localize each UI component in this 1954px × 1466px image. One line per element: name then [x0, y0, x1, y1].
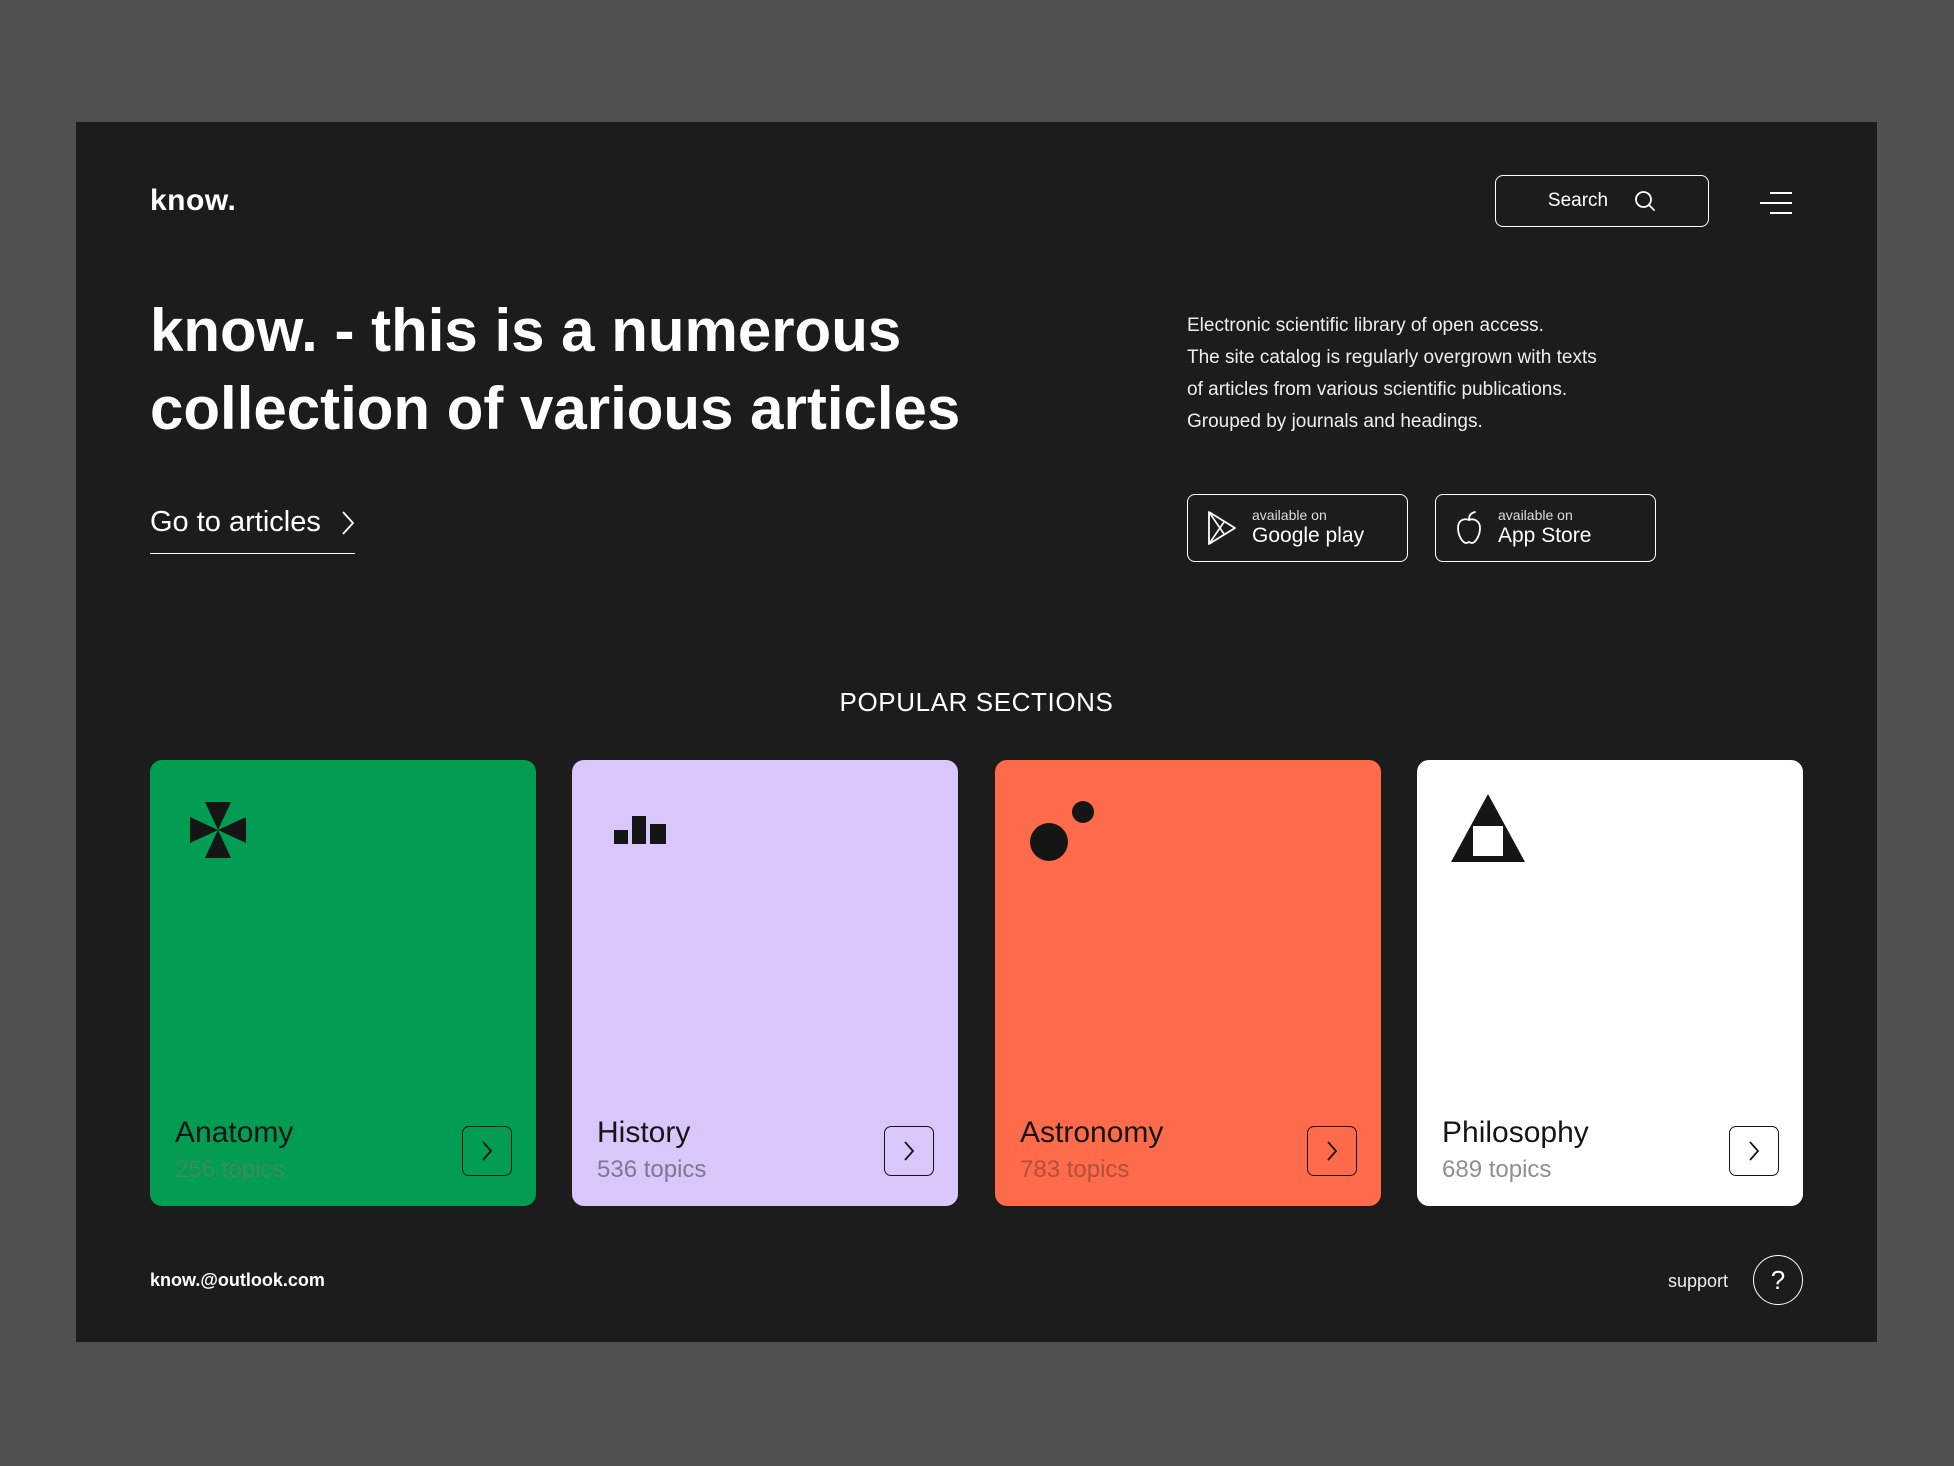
go-to-articles-link[interactable]: Go to articles [150, 506, 355, 554]
chevron-right-icon [1749, 1141, 1760, 1161]
apple-icon [1457, 511, 1481, 544]
chevron-right-icon [482, 1141, 493, 1161]
card-topic-count: 783 topics [1020, 1156, 1130, 1183]
card-anatomy[interactable]: Anatomy 256 topics [150, 760, 536, 1206]
store-available-label: available on [1498, 507, 1573, 523]
chevron-right-icon [904, 1141, 915, 1161]
card-arrow-button[interactable] [1729, 1126, 1779, 1176]
question-icon: ? [1770, 1264, 1786, 1295]
card-title: Philosophy [1442, 1116, 1589, 1149]
google-play-icon [1208, 511, 1236, 545]
description-line: The site catalog is regularly overgrown … [1187, 347, 1597, 368]
pinwheel-icon [190, 802, 246, 858]
card-title: Astronomy [1020, 1116, 1164, 1149]
popular-sections-title: POPULAR SECTIONS [839, 687, 1114, 717]
hero-title: know. - this is a numerous collection of… [150, 297, 961, 442]
description-line: of articles from various scientific publ… [1187, 379, 1568, 400]
search-icon [1635, 191, 1655, 211]
hero-description: Electronic scientific library of open ac… [1187, 310, 1707, 438]
support-label[interactable]: support [1668, 1271, 1728, 1292]
planets-icon [1030, 801, 1094, 861]
description-line: Grouped by journals and headings. [1187, 411, 1483, 432]
contact-email[interactable]: know.@outlook.com [150, 1270, 325, 1291]
triangle-square-icon [1451, 794, 1525, 862]
store-name: Google play [1252, 524, 1365, 547]
page-frame: know. Search know. - this is a numerous … [76, 122, 1877, 1342]
app-store-button[interactable]: available on App Store [1435, 494, 1656, 562]
card-title: History [597, 1116, 691, 1149]
card-arrow-button[interactable] [1307, 1126, 1357, 1176]
store-name: App Store [1498, 524, 1592, 547]
go-to-articles-label: Go to articles [150, 506, 321, 538]
card-topic-count: 689 topics [1442, 1156, 1552, 1183]
card-arrow-button[interactable] [462, 1126, 512, 1176]
card-history[interactable]: History 536 topics [572, 760, 958, 1206]
chevron-right-icon [1327, 1141, 1338, 1161]
menu-icon[interactable] [1758, 188, 1794, 218]
card-topic-count: 256 topics [175, 1156, 285, 1183]
card-philosophy[interactable]: Philosophy 689 topics [1417, 760, 1803, 1206]
chevron-right-icon [342, 510, 355, 535]
store-available-label: available on [1252, 507, 1327, 523]
card-astronomy[interactable]: Astronomy 783 topics [995, 760, 1381, 1206]
search-label: Search [1547, 190, 1609, 211]
card-title: Anatomy [175, 1116, 294, 1149]
description-line: Electronic scientific library of open ac… [1187, 315, 1544, 336]
logo[interactable]: know. [150, 184, 236, 218]
card-topic-count: 536 topics [597, 1156, 707, 1183]
google-play-button[interactable]: available on Google play [1187, 494, 1408, 562]
bar-chart-icon [614, 816, 666, 844]
help-button[interactable]: ? [1753, 1255, 1803, 1305]
search-button[interactable]: Search [1495, 175, 1709, 227]
card-arrow-button[interactable] [884, 1126, 934, 1176]
